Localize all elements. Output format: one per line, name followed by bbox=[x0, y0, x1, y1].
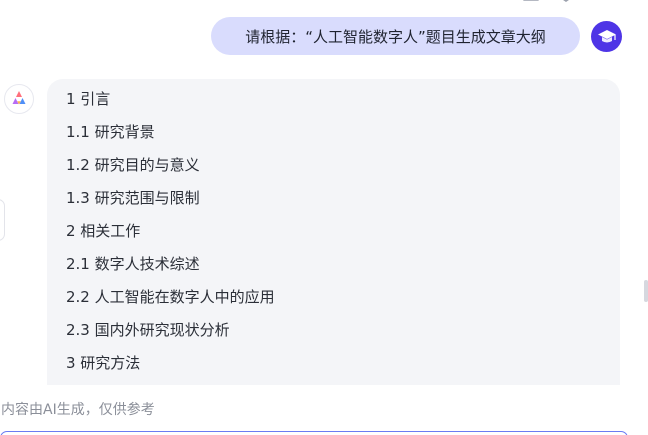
outline-item: 1 引言 bbox=[66, 90, 111, 108]
assistant-avatar bbox=[4, 84, 34, 114]
outline-item: 2.2 人工智能在数字人中的应用 bbox=[66, 288, 275, 306]
side-panel-handle[interactable] bbox=[0, 199, 5, 241]
outline-list: 1 引言 1.1 研究背景 1.2 研究目的与意义 1.3 研究范围与限制 2 … bbox=[66, 87, 275, 384]
outline-item: 2.1 数字人技术综述 bbox=[66, 255, 200, 273]
user-message-bubble: 请根据：“人工智能数字人”题目生成文章大纲 bbox=[211, 17, 580, 55]
message-input[interactable] bbox=[0, 431, 628, 435]
outline-item: 1.3 研究范围与限制 bbox=[66, 189, 200, 207]
chat-window: 请根据：“人工智能数字人”题目生成文章大纲 1 引言 1.1 研究背景 1.2 … bbox=[0, 0, 648, 435]
user-message-text: 请根据：“人工智能数字人”题目生成文章大纲 bbox=[245, 27, 546, 46]
assistant-message-bubble: 1 引言 1.1 研究背景 1.2 研究目的与意义 1.3 研究范围与限制 2 … bbox=[47, 79, 620, 385]
message-action-icons[interactable] bbox=[522, 0, 576, 4]
ai-disclaimer: 内容由AI生成，仅供参考 bbox=[1, 402, 155, 418]
outline-item: 2 相关工作 bbox=[66, 222, 141, 240]
outline-item: 3 研究方法 bbox=[66, 354, 141, 372]
outline-item: 1.1 研究背景 bbox=[66, 123, 155, 141]
outline-item: 2.3 国内外研究现状分析 bbox=[66, 321, 230, 339]
graduation-cap-icon bbox=[597, 29, 616, 42]
user-avatar[interactable] bbox=[591, 21, 622, 52]
outline-item: 1.2 研究目的与意义 bbox=[66, 156, 200, 174]
scrollbar-thumb[interactable] bbox=[644, 280, 648, 302]
assistant-logo-icon bbox=[12, 91, 26, 105]
